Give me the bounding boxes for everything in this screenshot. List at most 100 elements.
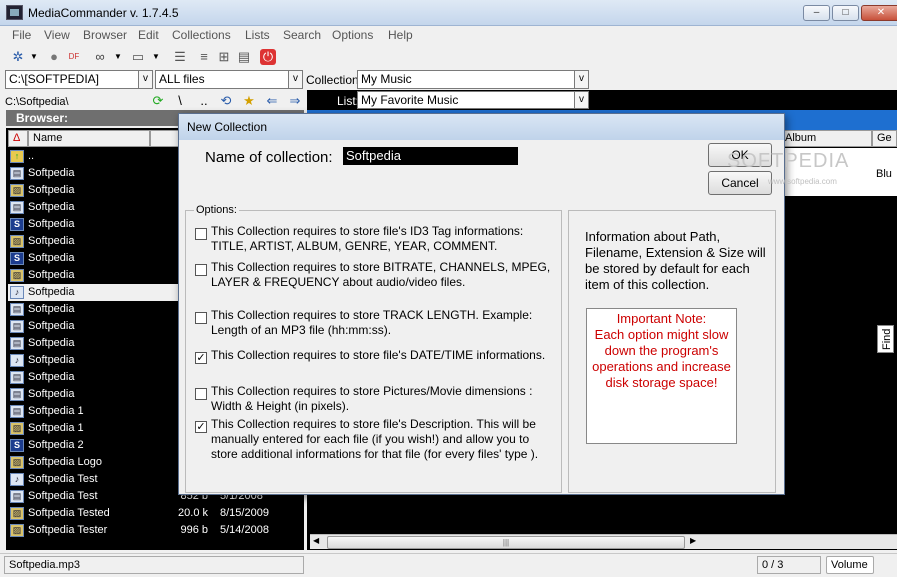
music-icon: ♪ [10, 473, 24, 486]
menu-view[interactable]: View [44, 28, 70, 42]
music-icon: ♪ [10, 286, 24, 299]
file-name: Softpedia Tested [28, 507, 110, 519]
find-tab[interactable]: Find [877, 325, 894, 353]
drive-combo[interactable]: C:\[SOFTPEDIA] v [5, 70, 153, 89]
playlist-icon[interactable]: ≡ [196, 49, 212, 65]
file-date: 5/14/2008 [220, 524, 269, 536]
option-text: This Collection requires to store BITRAT… [211, 260, 551, 289]
menu-edit[interactable]: Edit [138, 28, 159, 42]
list-icon[interactable]: ☰ [172, 49, 188, 65]
tree-icon[interactable]: ⊞ [216, 49, 232, 65]
option-text: This Collection requires to store Pictur… [211, 384, 533, 413]
menu-browser[interactable]: Browser [83, 28, 127, 42]
list-combo[interactable]: My Favorite Music v [357, 91, 589, 109]
option-checkbox[interactable] [195, 388, 207, 400]
menu-bar: File View Browser Edit Collections Lists… [0, 26, 897, 44]
info-text: Information about Path, Filename, Extens… [585, 229, 766, 292]
volume-button[interactable]: Volume [826, 556, 874, 574]
dropdown-arrow-icon[interactable]: ▼ [148, 49, 164, 65]
important-note-box: Important Note: Each option might slow d… [586, 308, 737, 444]
filter-value: ALL files [159, 72, 205, 86]
chevron-down-icon[interactable]: v [138, 71, 152, 88]
collection-combo[interactable]: My Music v [357, 70, 589, 89]
dialog-title: New Collection [179, 114, 784, 140]
file-name: Softpedia [28, 201, 75, 213]
forward-arrow-icon[interactable]: ⇒ [287, 93, 303, 109]
close-button[interactable]: ✕ [861, 5, 897, 21]
binoculars-icon[interactable]: ∞ [92, 49, 108, 65]
image-icon: ▨ [10, 456, 24, 469]
backslash-icon[interactable]: \ [172, 93, 188, 109]
s-logo-icon: S [10, 439, 24, 452]
file-date: 8/15/2009 [220, 507, 269, 519]
db-filter-icon[interactable]: DF [66, 49, 82, 65]
power-icon[interactable]: ⏻ [260, 49, 276, 65]
menu-options[interactable]: Options [332, 28, 373, 42]
option-checkbox[interactable] [195, 228, 207, 240]
file-name: Softpedia [28, 184, 75, 196]
sort-column-header[interactable]: Δ [8, 130, 28, 147]
dropdown-arrow-icon[interactable]: ▼ [26, 49, 42, 65]
option-text: This Collection requires to store file's… [211, 224, 524, 253]
file-name: Softpedia [28, 286, 75, 298]
image-icon: ▨ [10, 507, 24, 520]
name-column-header[interactable]: Name [28, 130, 150, 147]
file-name: Softpedia Tester [28, 524, 108, 536]
list-label: List: [337, 94, 360, 108]
file-name: Softpedia [28, 235, 75, 247]
watermark: SOFTPEDIA [727, 150, 850, 172]
scroll-right-icon[interactable]: ▶ [690, 536, 696, 545]
scroll-left-icon[interactable]: ◀ [313, 536, 319, 545]
document-icon: ▤ [10, 167, 24, 180]
file-name: Softpedia [28, 388, 75, 400]
star-icon[interactable]: ★ [241, 93, 257, 109]
s-logo-icon: S [10, 252, 24, 265]
dropdown-arrow-icon[interactable]: ▼ [110, 49, 126, 65]
option-checkbox[interactable]: ✓ [195, 352, 207, 364]
document-icon: ▤ [10, 201, 24, 214]
option-checkbox[interactable] [195, 312, 207, 324]
file-name: Softpedia [28, 320, 75, 332]
file-name: Softpedia [28, 167, 75, 179]
horizontal-scrollbar[interactable]: ◀ ||| ▶ [310, 534, 897, 549]
file-row[interactable]: ▨ Softpedia Tester 996 b 5/14/2008 [8, 522, 300, 539]
app-icon [6, 5, 23, 20]
settings-icon[interactable]: ✲ [10, 49, 26, 65]
menu-help[interactable]: Help [388, 28, 413, 42]
chevron-down-icon[interactable]: v [574, 92, 588, 108]
menu-search[interactable]: Search [283, 28, 321, 42]
chevron-down-icon[interactable]: v [288, 71, 302, 88]
image-icon: ▨ [10, 235, 24, 248]
refresh-view-icon[interactable]: ⟲ [218, 93, 234, 109]
minimize-button[interactable]: – [803, 5, 830, 21]
document-icon: ▤ [10, 320, 24, 333]
menu-lists[interactable]: Lists [245, 28, 270, 42]
link-icon[interactable]: ▭ [130, 49, 146, 65]
watermark-url: www.softpedia.com [768, 177, 837, 186]
chevron-down-icon[interactable]: v [574, 71, 588, 88]
book-icon[interactable]: ▤ [236, 49, 252, 65]
database-icon[interactable]: ● [46, 49, 62, 65]
s-logo-icon: S [10, 218, 24, 231]
file-row[interactable]: ▨ Softpedia Tested 20.0 k 8/15/2009 [8, 505, 300, 522]
option-text: This Collection requires to store file's… [211, 417, 539, 461]
album-column-header[interactable]: Album [780, 130, 872, 147]
cancel-button[interactable]: Cancel [708, 171, 772, 195]
file-name: Softpedia Logo [28, 456, 103, 468]
scrollbar-thumb[interactable]: ||| [327, 536, 685, 549]
parent-dir-icon[interactable]: .. [196, 93, 212, 109]
back-arrow-icon[interactable]: ⇐ [264, 93, 280, 109]
genre-column-header[interactable]: Ge [872, 130, 897, 147]
collection-value: My Music [361, 72, 412, 86]
menu-collections[interactable]: Collections [172, 28, 231, 42]
refresh-icon[interactable]: ⟳ [150, 93, 166, 109]
filter-combo[interactable]: ALL files v [155, 70, 303, 89]
option-checkbox[interactable] [195, 264, 207, 276]
up-folder-icon: ↑ [10, 150, 24, 163]
window-title: MediaCommander v. 1.7.4.5 [28, 6, 179, 20]
option-checkbox[interactable]: ✓ [195, 421, 207, 433]
collection-name-input[interactable]: Softpedia [343, 147, 518, 165]
maximize-button[interactable]: □ [832, 5, 859, 21]
menu-file[interactable]: File [12, 28, 31, 42]
note-title: Important Note: [616, 311, 707, 326]
